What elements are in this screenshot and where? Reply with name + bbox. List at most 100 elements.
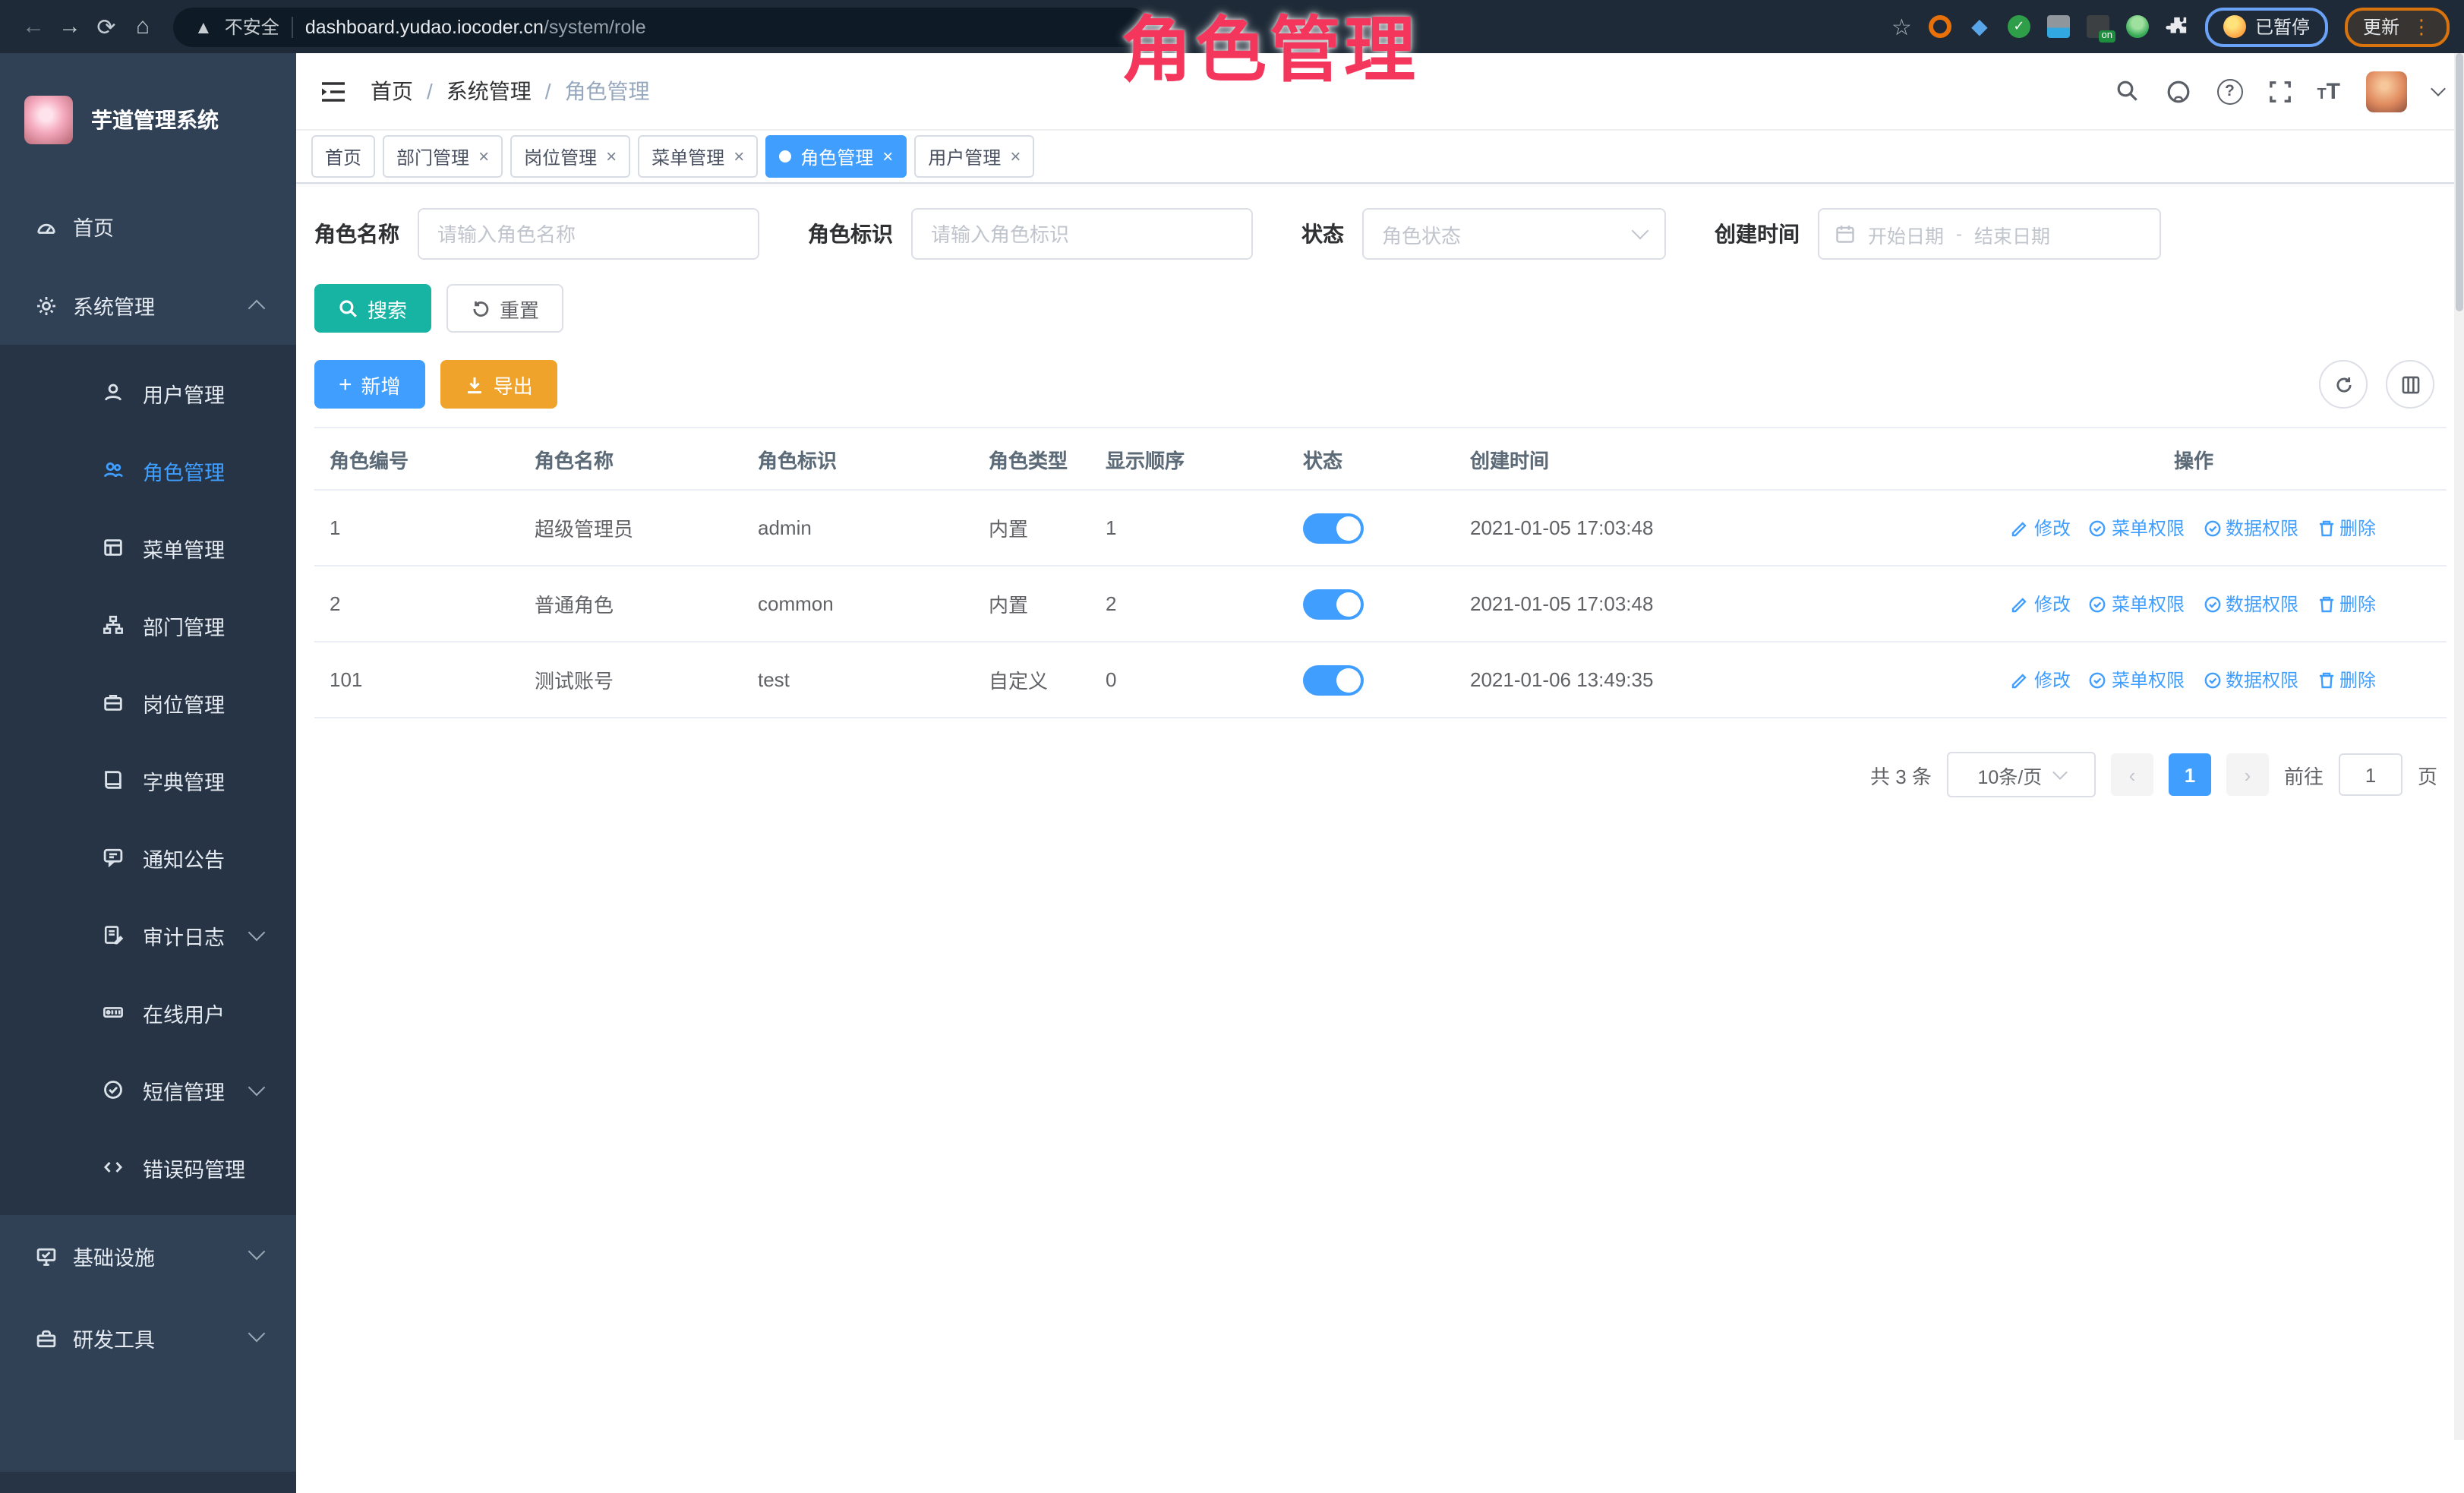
menu-perm-link[interactable]: 菜单权限 <box>2089 515 2185 541</box>
breadcrumb-section[interactable]: 系统管理 <box>446 76 532 106</box>
sidebar-item-dev-tools[interactable]: 研发工具 <box>0 1297 296 1379</box>
sidebar-item-menus[interactable]: 菜单管理 <box>0 509 296 586</box>
row-actions: 修改 菜单权限 数据权限 删除 <box>1941 515 2447 541</box>
breadcrumb-home[interactable]: 首页 <box>371 76 413 106</box>
close-icon[interactable]: × <box>478 146 489 167</box>
delete-link[interactable]: 删除 <box>2317 591 2376 617</box>
add-button[interactable]: + 新增 <box>314 360 425 409</box>
edit-link[interactable]: 修改 <box>2011 591 2071 617</box>
font-size-icon[interactable]: TT <box>2317 78 2340 104</box>
close-icon[interactable]: × <box>606 146 617 167</box>
sidebar-item-infra[interactable]: 基础设施 <box>0 1215 296 1297</box>
system-submenu: 用户管理 角色管理 菜单管理 部门管理 岗位管理 <box>0 345 296 1215</box>
extension-person-icon[interactable] <box>2126 15 2149 38</box>
paused-badge[interactable]: 已暂停 <box>2205 7 2328 46</box>
delete-link[interactable]: 删除 <box>2317 667 2376 693</box>
menu-perm-link[interactable]: 菜单权限 <box>2089 667 2185 693</box>
role-id: 1 <box>314 516 519 539</box>
sidebar-item-dict[interactable]: 字典管理 <box>0 741 296 819</box>
sidebar-logo-row[interactable]: 芋道管理系统 <box>0 53 296 187</box>
data-perm-link[interactable]: 数据权限 <box>2203 515 2298 541</box>
sidebar-item-system[interactable]: 系统管理 <box>0 266 296 345</box>
update-label: 更新 <box>2363 14 2399 39</box>
sidebar-item-online-users[interactable]: 在线用户 <box>0 974 296 1051</box>
reload-icon[interactable]: ⟳ <box>88 13 125 40</box>
status-select[interactable]: 角色状态 <box>1362 208 1666 260</box>
status-toggle[interactable] <box>1303 513 1364 543</box>
tab-home[interactable]: 首页 <box>311 135 375 178</box>
forward-icon[interactable]: → <box>52 14 88 39</box>
data-perm-link[interactable]: 数据权限 <box>2203 667 2298 693</box>
avatar-caret-icon[interactable] <box>2431 81 2446 96</box>
next-page-button[interactable]: › <box>2226 753 2269 796</box>
browser-menu-icon[interactable]: ⋮ <box>2412 14 2431 39</box>
add-button-label: 新增 <box>361 370 401 399</box>
extension-gem-icon[interactable]: ◆ <box>1968 15 1991 38</box>
close-icon[interactable]: × <box>734 146 744 167</box>
home-icon[interactable]: ⌂ <box>125 14 161 39</box>
menu-perm-link[interactable]: 菜单权限 <box>2089 591 2185 617</box>
page-size-select[interactable]: 10条/页 <box>1947 752 2096 797</box>
tab-role[interactable]: 角色管理× <box>765 135 907 178</box>
sidebar-item-notice[interactable]: 通知公告 <box>0 819 296 896</box>
role-key-input[interactable] <box>911 208 1253 260</box>
back-icon[interactable]: ← <box>15 14 52 39</box>
sidebar-item-users[interactable]: 用户管理 <box>0 354 296 431</box>
sidebar-item-error-codes[interactable]: 错误码管理 <box>0 1128 296 1206</box>
sidebar-item-label: 字典管理 <box>143 765 225 795</box>
row-actions: 修改 菜单权限 数据权限 删除 <box>1941 667 2447 693</box>
export-button[interactable]: 导出 <box>440 360 557 409</box>
extension-green-icon[interactable]: ✓ <box>2008 15 2030 38</box>
date-range-picker[interactable]: 开始日期 - 结束日期 <box>1818 208 2161 260</box>
sidebar-item-label: 岗位管理 <box>143 687 225 718</box>
tab-user[interactable]: 用户管理× <box>914 135 1034 178</box>
chevron-up-icon <box>248 300 266 317</box>
role-name-input[interactable] <box>418 208 759 260</box>
edit-link[interactable]: 修改 <box>2011 667 2071 693</box>
sidebar-item-depts[interactable]: 部门管理 <box>0 586 296 664</box>
bookmark-star-icon[interactable]: ☆ <box>1891 13 1912 40</box>
update-button[interactable]: 更新 ⋮ <box>2345 7 2450 46</box>
close-icon[interactable]: × <box>882 146 893 167</box>
search-button[interactable]: 搜索 <box>314 284 431 333</box>
sidebar-item-audit-log[interactable]: 审计日志 <box>0 896 296 974</box>
scrollbar-thumb[interactable] <box>2456 53 2463 311</box>
goto-page-input[interactable] <box>2339 753 2402 796</box>
hamburger-icon[interactable] <box>320 80 346 103</box>
tab-post[interactable]: 岗位管理× <box>510 135 630 178</box>
avatar[interactable] <box>2366 71 2407 112</box>
sidebar-item-roles[interactable]: 角色管理 <box>0 431 296 509</box>
tab-menu[interactable]: 菜单管理× <box>638 135 758 178</box>
toggle-knob <box>1336 516 1361 540</box>
extension-orange-icon[interactable] <box>1929 15 1951 38</box>
sidebar-item-sms[interactable]: 短信管理 <box>0 1051 296 1128</box>
extensions-puzzle-icon[interactable] <box>2166 15 2188 38</box>
fullscreen-icon[interactable] <box>2268 80 2291 103</box>
edit-link[interactable]: 修改 <box>2011 515 2071 541</box>
role-type: 内置 <box>973 589 1090 618</box>
col-header: 显示顺序 <box>1090 444 1288 473</box>
status-toggle[interactable] <box>1303 589 1364 619</box>
data-perm-label: 数据权限 <box>2226 591 2298 617</box>
help-icon[interactable]: ? <box>2216 78 2242 104</box>
sidebar-item-home[interactable]: 首页 <box>0 187 296 266</box>
sidebar-item-posts[interactable]: 岗位管理 <box>0 664 296 741</box>
goto-label: 前往 <box>2284 760 2324 789</box>
current-page[interactable]: 1 <box>2169 753 2211 796</box>
tab-dept[interactable]: 部门管理× <box>383 135 503 178</box>
data-perm-link[interactable]: 数据权限 <box>2203 591 2298 617</box>
page-scrollbar[interactable] <box>2454 53 2464 1440</box>
column-settings-icon[interactable] <box>2386 360 2434 409</box>
extension-grid-icon[interactable] <box>2047 15 2070 38</box>
address-bar[interactable]: ▲ 不安全 dashboard.yudao.iocoder.cn/system/… <box>173 7 1150 46</box>
github-icon[interactable] <box>2165 78 2191 104</box>
prev-page-button[interactable]: ‹ <box>2111 753 2153 796</box>
reset-button[interactable]: 重置 <box>446 284 563 333</box>
end-date-placeholder: 结束日期 <box>1974 219 2050 248</box>
delete-link[interactable]: 删除 <box>2317 515 2376 541</box>
search-icon[interactable] <box>2115 79 2139 103</box>
status-toggle[interactable] <box>1303 664 1364 695</box>
close-icon[interactable]: × <box>1010 146 1021 167</box>
extension-switch-icon[interactable]: on <box>2087 15 2109 38</box>
refresh-icon[interactable] <box>2319 360 2368 409</box>
